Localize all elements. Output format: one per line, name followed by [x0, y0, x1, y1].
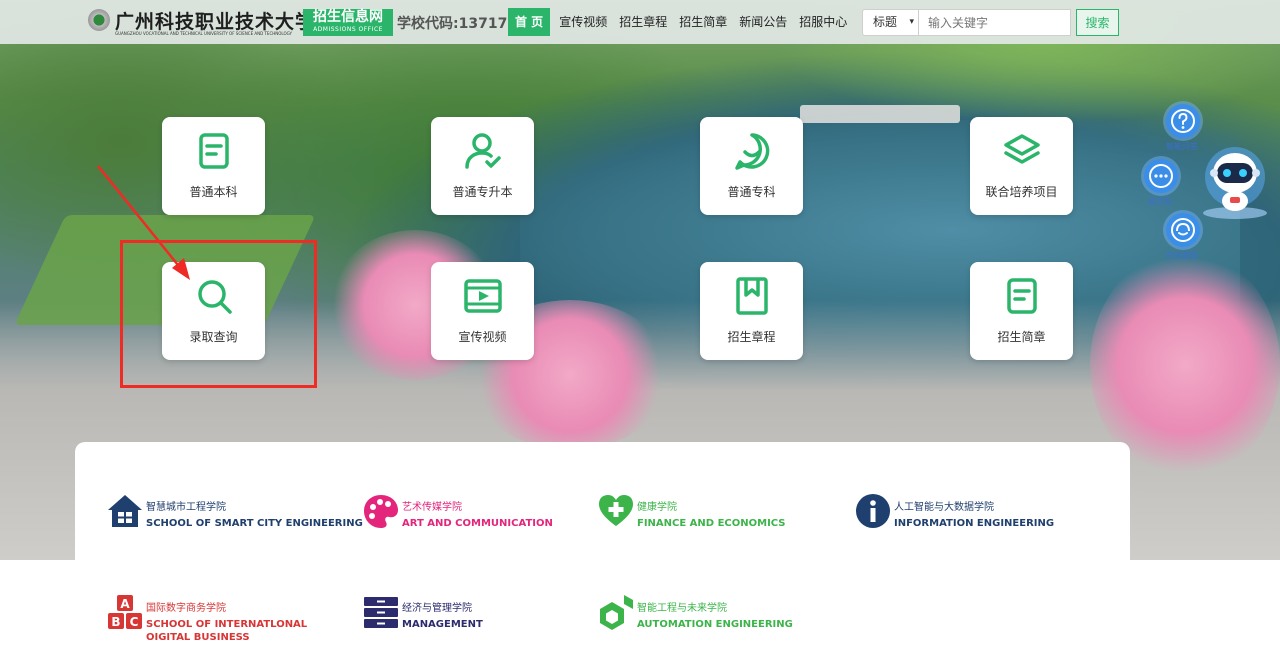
svg-text:C: C: [130, 615, 139, 629]
tile-label: 普通专升本: [452, 185, 513, 199]
chat-smile-icon: [735, 133, 770, 170]
college-ai-big-data[interactable]: 人工智能与大数据学院 INFORMATION ENGINEERING: [855, 493, 1075, 533]
drawer-cabinet-icon: [364, 597, 398, 628]
nav-home[interactable]: 首 页: [508, 8, 551, 36]
nav-admission-brochure[interactable]: 招生简章: [676, 8, 730, 36]
admissions-subtitle: ADMISSIONS OFFICE: [313, 26, 383, 33]
college-name-cn: 智慧城市工程学院: [146, 502, 226, 513]
robot-assistant-icon[interactable]: [1200, 145, 1270, 220]
main-nav: 首 页 宣传视频 招生章程 招生简章 新闻公告 招服中心: [508, 8, 856, 36]
tile-joint-program[interactable]: 联合培养项目: [970, 117, 1073, 215]
college-international-digital-business[interactable]: A B C 国际数字商务学院 SCHOOL OF INTERNATLONAL O…: [107, 594, 347, 643]
search-button[interactable]: 搜索: [1076, 9, 1119, 36]
college-name-cn: 健康学院: [637, 502, 677, 513]
tile-promo-video[interactable]: 宣传视频: [431, 262, 534, 360]
chevron-down-icon: ▾: [909, 17, 914, 27]
search-input[interactable]: [919, 9, 1071, 36]
college-name-en: AUTOMATION ENGINEERING: [637, 619, 793, 630]
nav-service-center[interactable]: 招服中心: [796, 8, 850, 36]
college-intelligent-engineering[interactable]: 智能工程与未来学院 AUTOMATION ENGINEERING: [598, 594, 818, 634]
layers-icon: [1004, 134, 1040, 164]
bridge: [800, 105, 960, 123]
college-health[interactable]: 健康学院 FINANCE AND ECONOMICS: [598, 493, 798, 533]
college-smart-city[interactable]: 智慧城市工程学院 SCHOOL OF SMART CITY ENGINEERIN…: [107, 493, 363, 533]
message-board-button[interactable]: [1144, 159, 1178, 193]
nav-admission-rules[interactable]: 招生章程: [616, 8, 670, 36]
admissions-badge[interactable]: 招生信息网 ADMISSIONS OFFICE: [303, 9, 393, 36]
smart-qa-button[interactable]: [1166, 104, 1200, 138]
college-name-en: ART AND COMMUNICATION: [402, 518, 553, 529]
tile-label: 联合培养项目: [985, 185, 1058, 199]
tile-label: 普通专科: [727, 185, 776, 199]
online-service-button[interactable]: [1166, 213, 1200, 247]
palette-icon: [364, 495, 398, 528]
house-icon: [108, 495, 142, 527]
university-logo-icon[interactable]: [88, 9, 110, 31]
tile-label: 宣传视频: [458, 330, 507, 344]
college-name-cn: 智能工程与未来学院: [637, 603, 727, 614]
tile-label: 招生简章: [997, 330, 1046, 344]
college-name-en: INFORMATION ENGINEERING: [894, 518, 1055, 529]
university-subtitle: GUANGZHOU VOCATIONAL AND TECHNICAL UNIVE…: [115, 31, 292, 36]
college-name-en: MANAGEMENT: [402, 619, 483, 630]
tile-label: 招生章程: [727, 330, 776, 344]
college-name-en: FINANCE AND ECONOMICS: [637, 518, 786, 529]
school-code: 学校代码:13717: [397, 16, 508, 32]
bookmark-book-icon: [736, 277, 768, 315]
college-economics-management[interactable]: 经济与管理学院 MANAGEMENT: [363, 594, 563, 634]
more-dots-icon: [1149, 164, 1173, 188]
heart-plus-icon: [599, 495, 633, 526]
university-name[interactable]: 广州科技职业技术大学: [115, 7, 315, 34]
question-icon: [1171, 109, 1195, 133]
message-board-label: 留言板: [1148, 197, 1172, 206]
college-name-en: SCHOOL OF INTERNATLONAL OIGITAL BUSINESS: [146, 619, 308, 643]
tile-upgrade-bachelor[interactable]: 普通专升本: [431, 117, 534, 215]
tile-admission-brochure[interactable]: 招生简章: [970, 262, 1073, 360]
tile-admission-rules[interactable]: 招生章程: [700, 262, 803, 360]
info-icon: [856, 494, 890, 528]
college-name-cn: 人工智能与大数据学院: [894, 502, 994, 513]
college-name-en: SCHOOL OF SMART CITY ENGINEERING: [146, 518, 363, 529]
tile-junior-college[interactable]: 普通专科: [700, 117, 803, 215]
nav-promo-video[interactable]: 宣传视频: [556, 8, 610, 36]
video-icon: [464, 279, 502, 313]
svg-text:B: B: [111, 615, 120, 629]
college-name-cn: 国际数字商务学院: [146, 603, 226, 614]
college-name-cn: 艺术传媒学院: [402, 502, 462, 513]
online-service-label: 在线客服: [1166, 251, 1198, 260]
document-icon: [1007, 278, 1037, 314]
search-type-value: 标题: [873, 15, 898, 29]
hexagon-cube-icon: [600, 595, 633, 630]
annotation-highlight-box: [120, 240, 317, 388]
admissions-title: 招生信息网: [313, 9, 383, 25]
college-name-cn: 经济与管理学院: [402, 603, 472, 614]
site-header: 广州科技职业技术大学 GUANGZHOU VOCATIONAL AND TECH…: [0, 0, 1280, 44]
smart-qa-label: 智能问答: [1166, 142, 1198, 151]
search-type-select[interactable]: 标题 ▾: [862, 9, 919, 36]
user-check-icon: [465, 133, 501, 169]
svg-text:A: A: [120, 597, 130, 611]
college-art-communication[interactable]: 艺术传媒学院 ART AND COMMUNICATION: [363, 493, 563, 533]
service-icon: [1171, 218, 1195, 242]
document-icon: [199, 133, 229, 169]
nav-news[interactable]: 新闻公告: [736, 8, 790, 36]
abc-blocks-icon: A B C: [108, 595, 142, 629]
